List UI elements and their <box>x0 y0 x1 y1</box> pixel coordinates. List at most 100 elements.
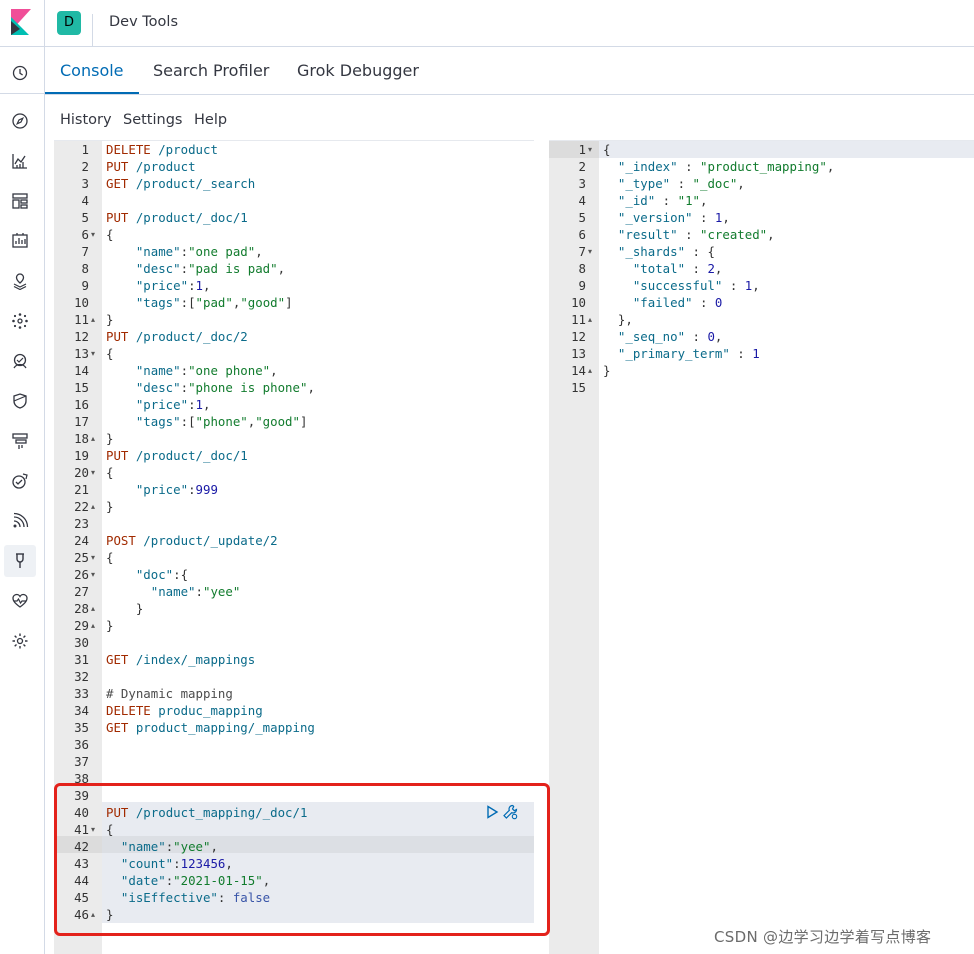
code-token: /product/_doc/1 <box>128 448 248 463</box>
code-line: PUT /product/_doc/1 <box>106 209 248 226</box>
line-number: 21 <box>74 482 89 497</box>
line-number: 11 <box>74 312 89 327</box>
code-token: PUT <box>106 329 129 344</box>
line-number: 13 <box>571 346 586 361</box>
code-token: product_mapping/_mapping <box>128 720 315 735</box>
code-token: # Dynamic mapping <box>106 686 233 701</box>
code-token: "desc" <box>106 380 181 395</box>
line-number: 24 <box>74 533 89 548</box>
code-line: "price":1, <box>106 277 211 294</box>
code-token: :{ <box>173 567 189 582</box>
history-link[interactable]: History <box>60 112 112 128</box>
code-token: 0 <box>707 329 715 344</box>
code-token: "_primary_term" <box>603 346 730 361</box>
fold-close-icon[interactable]: ▴ <box>91 430 95 447</box>
graph-icon[interactable] <box>10 351 30 371</box>
code-token: PUT <box>106 159 129 174</box>
fold-open-icon[interactable]: ▾ <box>91 566 95 583</box>
space-avatar[interactable]: D <box>57 11 81 35</box>
code-token: /product/_doc/2 <box>128 329 248 344</box>
code-line: DELETE /product <box>106 141 218 158</box>
code-token: "phone" <box>195 414 248 429</box>
dashboard-icon[interactable] <box>10 191 30 211</box>
code-token: "total" <box>603 261 686 276</box>
code-token: DELETE <box>106 142 151 157</box>
code-token: 1 <box>195 278 203 293</box>
code-token: : <box>180 261 189 276</box>
code-line: "desc":"phone is phone", <box>106 379 315 396</box>
fold-open-icon[interactable]: ▾ <box>91 464 95 481</box>
code-token: : <box>677 159 700 174</box>
management-icon[interactable] <box>10 631 30 651</box>
fold-close-icon[interactable]: ▴ <box>91 600 95 617</box>
tab-console[interactable]: Console <box>60 61 124 80</box>
code-token: "_version" <box>603 210 693 225</box>
code-line: "tags":["phone","good"] <box>106 413 308 430</box>
code-token: "one phone" <box>188 363 271 378</box>
code-line: } <box>106 498 113 515</box>
apm-icon[interactable] <box>10 431 30 451</box>
line-number: 9 <box>81 278 89 293</box>
code-line: POST /product/_update/2 <box>106 532 278 549</box>
code-line: "_shards" : { <box>603 243 715 260</box>
line-number: 5 <box>578 210 586 225</box>
fold-close-icon[interactable]: ▴ <box>91 617 95 634</box>
code-token: "_doc" <box>692 176 738 191</box>
code-token: , <box>307 380 315 395</box>
kibana-logo-icon[interactable] <box>9 9 33 35</box>
code-token: : <box>180 363 189 378</box>
code-token: "product_mapping" <box>700 159 827 174</box>
code-token: , <box>255 244 263 259</box>
code-token: 0 <box>714 295 723 310</box>
code-line: "_id" : "1", <box>603 192 708 209</box>
code-token: } <box>106 618 114 633</box>
code-token: , <box>714 261 723 276</box>
ml-icon[interactable] <box>10 311 30 331</box>
code-token: , <box>737 176 745 191</box>
settings-link[interactable]: Settings <box>123 112 182 128</box>
code-token: "_seq_no" <box>603 329 686 344</box>
fold-open-icon[interactable]: ▾ <box>588 243 592 260</box>
devtools-icon[interactable] <box>4 545 36 577</box>
line-number: 7 <box>578 244 586 259</box>
line-number: 15 <box>74 380 89 395</box>
siem-icon[interactable] <box>10 391 30 411</box>
code-line: # Dynamic mapping <box>106 685 233 702</box>
code-token: : <box>188 482 196 497</box>
code-token: { <box>603 142 611 157</box>
code-token: "name" <box>106 244 181 259</box>
code-token: GET <box>106 652 129 667</box>
maps-icon[interactable] <box>10 271 30 291</box>
fold-open-icon[interactable]: ▾ <box>91 226 95 243</box>
line-number: 17 <box>74 414 89 429</box>
code-line: "name":"one phone", <box>106 362 278 379</box>
nav-separator <box>0 93 44 94</box>
fold-close-icon[interactable]: ▴ <box>91 311 95 328</box>
monitoring-icon[interactable] <box>10 591 30 611</box>
tab-search-profiler[interactable]: Search Profiler <box>153 61 269 80</box>
code-token: { <box>106 465 114 480</box>
compass-icon[interactable] <box>10 111 30 131</box>
highlight-box <box>54 783 550 936</box>
fold-open-icon[interactable]: ▾ <box>91 549 95 566</box>
line-number: 19 <box>74 448 89 463</box>
fold-close-icon[interactable]: ▴ <box>588 311 592 328</box>
code-token: : <box>655 193 678 208</box>
visualize-icon[interactable] <box>10 151 30 171</box>
code-line: PUT /product/_doc/1 <box>106 447 248 464</box>
fold-open-icon[interactable]: ▾ <box>588 141 592 158</box>
canvas-icon[interactable] <box>10 231 30 251</box>
fold-close-icon[interactable]: ▴ <box>91 498 95 515</box>
uptime-icon[interactable] <box>10 471 30 491</box>
code-token: { <box>106 550 114 565</box>
code-line: "doc":{ <box>106 566 188 583</box>
response-output[interactable]: 1 ▾{2 "_index" : "product_mapping", 3 "_ty… <box>549 140 974 954</box>
fold-close-icon[interactable]: ▴ <box>588 362 592 379</box>
tab-grok-debugger[interactable]: Grok Debugger <box>297 61 419 80</box>
code-token: } <box>106 312 114 327</box>
clock-icon[interactable] <box>10 63 30 83</box>
fold-open-icon[interactable]: ▾ <box>91 345 95 362</box>
code-line: PUT /product/_doc/2 <box>106 328 248 345</box>
logs-icon[interactable] <box>10 511 30 531</box>
help-link[interactable]: Help <box>194 112 227 128</box>
